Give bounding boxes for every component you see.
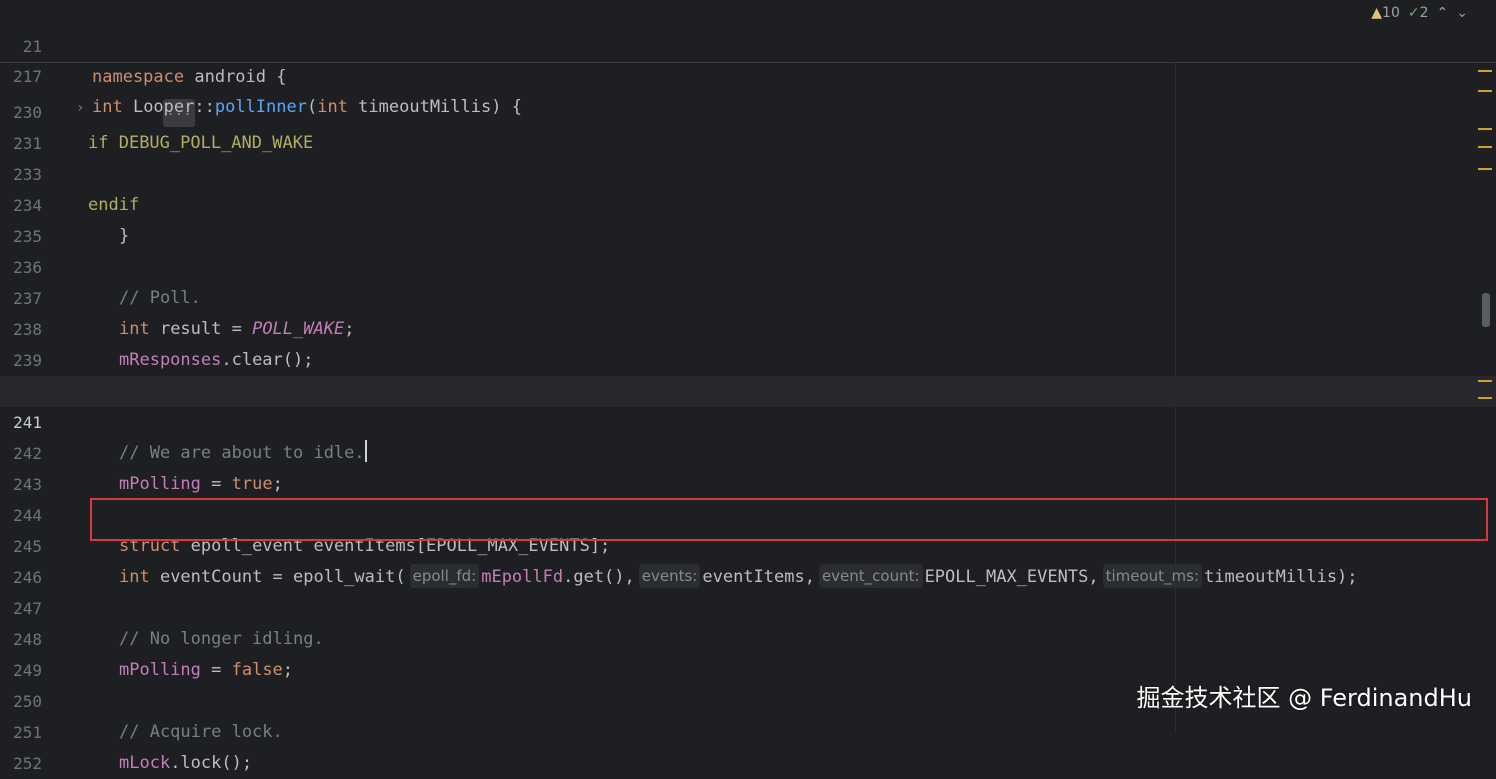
chevron-up-icon[interactable]: ⌃ <box>1437 5 1449 21</box>
warning-icon: ▲ <box>1371 5 1383 21</box>
line-number: 217 <box>13 67 42 86</box>
chevron-down-icon[interactable]: ⌄ <box>1456 5 1468 21</box>
code-line-241-current[interactable]: 241 // We are about to idle. <box>0 376 1496 463</box>
fold-chevron-icon[interactable]: › <box>76 100 84 116</box>
code-text: timeoutMillis) { <box>347 97 522 117</box>
function-name: pollInner <box>214 97 307 117</box>
error-stripe-mark[interactable] <box>1478 146 1492 148</box>
error-stripe-mark[interactable] <box>1478 168 1492 170</box>
code-line-233[interactable]: 233 endif <box>0 128 1496 215</box>
error-stripe-mark[interactable] <box>1478 70 1492 72</box>
error-stripe-mark[interactable] <box>1478 90 1492 92</box>
line-number: 252 <box>13 754 42 773</box>
code-line-247[interactable]: 247 // No longer idling. <box>0 562 1496 649</box>
code-line-240[interactable]: 240 <box>0 345 1496 401</box>
field: mLock <box>119 753 171 773</box>
sticky-line-namespace[interactable]: 21 namespace android { <box>0 0 1496 87</box>
code-line-248[interactable]: 248 mPolling = false; <box>0 593 1496 680</box>
keyword: int <box>92 97 123 117</box>
sticky-line-function[interactable]: 217 int Looper::pollInner(int timeoutMil… <box>0 30 1496 117</box>
code-line-237[interactable]: 237 int result = POLL_WAKE; <box>0 252 1496 339</box>
inspection-widget[interactable]: ▲10 ✓2 ⌃ ⌄ <box>1371 5 1468 21</box>
code-text: ( <box>306 97 318 117</box>
code-line-243[interactable]: 243 <box>0 438 1496 494</box>
watermark: 掘金技术社区 @ FerdinandHu <box>1136 684 1472 712</box>
code-line-244[interactable]: 244 struct epoll_event eventItems[EPOLL_… <box>0 469 1496 556</box>
code-line-234[interactable]: 234 } <box>0 159 1496 246</box>
error-stripe-mark[interactable] <box>1478 128 1492 130</box>
code-line-238[interactable]: 238 mResponses.clear(); <box>0 283 1496 370</box>
code-line-249[interactable]: 249 <box>0 624 1496 680</box>
keyword: int <box>317 97 348 117</box>
code-text: android { <box>184 67 287 87</box>
code-line-236[interactable]: 236 // Poll. <box>0 221 1496 308</box>
error-stripe-mark[interactable] <box>1478 380 1492 382</box>
error-stripe-mark[interactable] <box>1478 397 1492 399</box>
code-text: Looper:: <box>122 97 215 117</box>
code-text: .lock(); <box>170 753 253 773</box>
code-line-242[interactable]: 242 mPolling = true; <box>0 407 1496 494</box>
code-line-235[interactable]: 235 <box>0 190 1496 246</box>
check-icon: ✓ <box>1407 5 1420 21</box>
keyword: namespace <box>92 67 185 87</box>
sticky-scope-header: 21 namespace android { 217 int Looper::p… <box>0 0 1496 117</box>
warning-count[interactable]: ▲10 <box>1371 5 1400 21</box>
vertical-scrollbar-thumb[interactable] <box>1482 293 1490 327</box>
highlight-box <box>90 498 1488 541</box>
code-line-239[interactable]: 239 mResponseIndex = 0; <box>0 314 1496 401</box>
check-count[interactable]: ✓2 <box>1408 5 1429 21</box>
